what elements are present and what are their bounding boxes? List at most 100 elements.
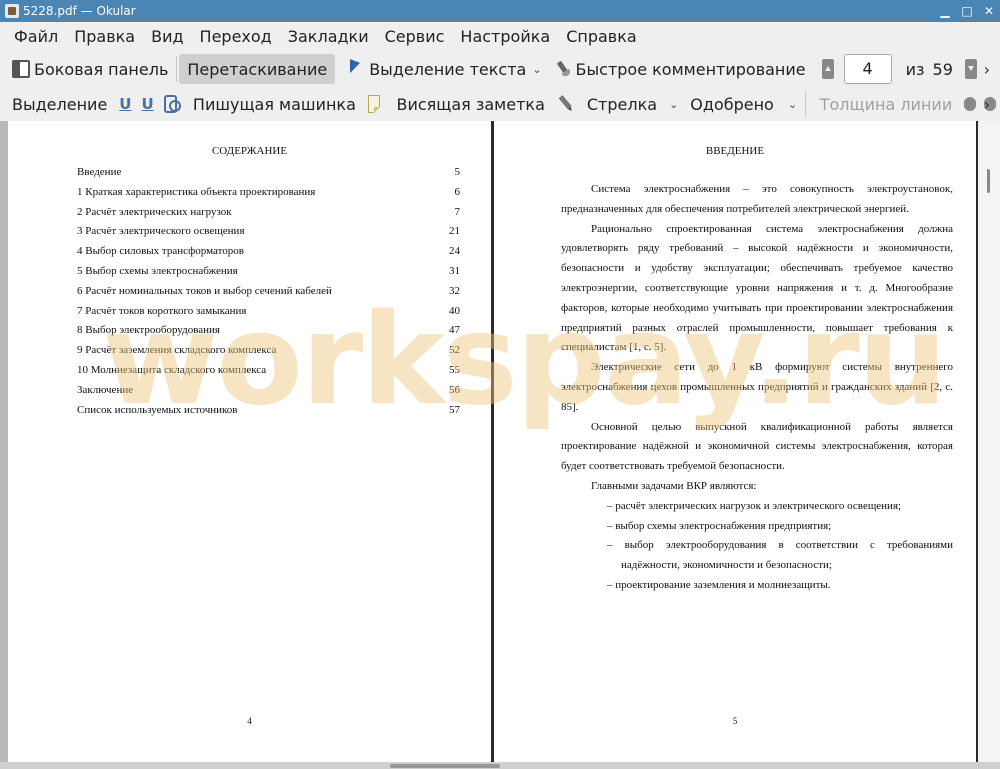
toc-entry[interactable]: 3 Расчёт электрического освещения 21 <box>77 222 460 242</box>
toolbar-separator <box>176 56 178 82</box>
close-button[interactable]: ✕ <box>978 0 1000 22</box>
toc-entry[interactable]: 10 Молниезащита складского комплекса 55 <box>77 361 460 381</box>
sidebar-toggle-button[interactable]: Боковая панель <box>6 54 174 84</box>
toc-entry-page: 32 <box>449 284 460 297</box>
toc-entry-label: 5 Выбор схемы электроснабжения <box>77 264 238 277</box>
squiggle-icon[interactable]: U <box>141 95 153 113</box>
stamp-icon[interactable] <box>163 95 181 113</box>
brush-icon <box>550 56 575 81</box>
scrollbar-thumb[interactable] <box>987 169 990 193</box>
highlight-tool-label: Выделение <box>12 94 108 114</box>
typewriter-tool-button[interactable]: Пишущая машинка <box>187 89 362 119</box>
toc-entry[interactable]: 7 Расчёт токов короткого замыкания 40 <box>77 302 460 322</box>
toolbar-overflow-icon[interactable]: › <box>984 60 990 79</box>
line-width-control[interactable]: Толщина линии <box>814 89 959 119</box>
maximize-button[interactable]: □ <box>956 0 978 22</box>
text-select-tool-button[interactable]: Выделение текста ⌄ <box>341 54 547 84</box>
minimize-button[interactable]: ▁ <box>934 0 956 22</box>
intro-paragraph: Система электроснабжения – это совокупно… <box>561 183 953 215</box>
page-number-input[interactable]: 4 <box>843 54 892 84</box>
menu-help[interactable]: Справка <box>558 27 645 46</box>
toc-entry-label: 6 Расчёт номинальных токов и выбор сечен… <box>77 284 332 297</box>
window-title: 5228.pdf — Okular <box>23 4 136 18</box>
main-toolbar: Боковая панель Перетаскивание Выделение … <box>0 51 1000 87</box>
okular-app-icon <box>5 4 19 18</box>
quick-annotate-button[interactable]: Быстрое комментирование <box>548 54 812 84</box>
toc-entry-label: 3 Расчёт электрического освещения <box>77 225 245 238</box>
intro-paragraph: Главными задачами ВКР являются: <box>591 479 757 492</box>
browse-tool-label: Перетаскивание <box>187 59 328 79</box>
toc-entry[interactable]: 6 Расчёт номинальных токов и выбор сечен… <box>77 282 460 302</box>
popup-note-tool-label: Висящая заметка <box>396 94 545 114</box>
menu-edit[interactable]: Правка <box>66 27 143 46</box>
intro-paragraph: Электрические сети до 1 кВ формируют сис… <box>561 361 953 413</box>
toc-entry-page: 52 <box>449 344 460 357</box>
page-of-label: из <box>905 59 925 79</box>
toc-entry-label: 9 Расчёт заземления складского комплекса <box>77 344 277 357</box>
toc-entry-page: 21 <box>449 225 460 238</box>
page-total-label: 59 <box>932 59 953 79</box>
next-page-button[interactable] <box>964 59 977 79</box>
window-titlebar: 5228.pdf — Okular ▁ □ ✕ <box>0 0 1000 22</box>
toc-entry[interactable]: Введение 5 <box>77 163 460 183</box>
toolbar-overflow-icon[interactable]: › <box>984 95 990 114</box>
line-width-label: Толщина линии <box>819 94 953 114</box>
pen-icon <box>553 91 578 116</box>
toc-entry[interactable]: 5 Выбор схемы электроснабжения 31 <box>77 262 460 282</box>
toc-entry[interactable]: 2 Расчёт электрических нагрузок 7 <box>77 203 460 223</box>
popup-note-tool-button[interactable]: Висящая заметка <box>390 89 550 119</box>
menu-view[interactable]: Вид <box>143 27 191 46</box>
toc-list: Введение 5 1 Краткая характеристика объек… <box>77 163 460 420</box>
menu-bookmarks[interactable]: Закладки <box>280 27 377 46</box>
color-icon[interactable] <box>964 97 977 111</box>
stamp-tool-button[interactable]: Одобрено ⌄ <box>684 89 803 119</box>
toc-entry-page: 55 <box>449 363 460 376</box>
browse-tool-button[interactable]: Перетаскивание <box>179 54 336 84</box>
task-item: расчёт электрических нагрузок и электрич… <box>561 497 953 517</box>
toolbar-separator <box>805 91 806 117</box>
tasks-list: расчёт электрических нагрузок и электрич… <box>561 497 953 596</box>
typewriter-tool-label: Пишущая машинка <box>192 94 356 114</box>
previous-page-button[interactable] <box>821 59 834 79</box>
note-icon[interactable] <box>367 95 381 113</box>
toc-entry-label: Список используемых источников <box>77 403 238 416</box>
underline-icon[interactable]: U <box>119 95 131 113</box>
toc-entry[interactable]: 4 Выбор силовых трансформаторов 24 <box>77 242 460 262</box>
task-item: проектирование заземления и молниезащиты… <box>561 576 953 596</box>
toc-entry[interactable]: Заключение 56 <box>77 381 460 401</box>
task-item: выбор схемы электроснабжения предприятия… <box>561 517 953 537</box>
quick-annotate-label: Быстрое комментирование <box>575 59 806 79</box>
menu-settings[interactable]: Настройка <box>452 27 558 46</box>
toc-entry-label: 7 Расчёт токов короткого замыкания <box>77 304 247 317</box>
toc-entry-page: 40 <box>449 304 460 317</box>
toc-entry[interactable]: 1 Краткая характеристика объекта проекти… <box>77 183 460 203</box>
annotation-toolbar: Выделение U U Пишущая машинка Висящая за… <box>0 87 1000 121</box>
document-page-right: ВВЕДЕНИЕ Система электроснабжения – это … <box>494 121 976 762</box>
document-page-left: СОДЕРЖАНИЕ Введение 5 1 Краткая характери… <box>8 121 491 762</box>
chevron-down-icon: ⌄ <box>532 62 542 76</box>
sidebar-toggle-label: Боковая панель <box>34 59 169 79</box>
menu-file[interactable]: Файл <box>6 27 66 46</box>
menu-go[interactable]: Переход <box>192 27 280 46</box>
toc-entry[interactable]: 9 Расчёт заземления складского комплекса… <box>77 341 460 361</box>
horizontal-scrollbar[interactable] <box>0 762 1000 769</box>
page-number-footer: 5 <box>732 716 738 726</box>
menu-tools[interactable]: Сервис <box>377 27 453 46</box>
text-select-tool-label: Выделение текста <box>369 59 527 79</box>
intro-title: ВВЕДЕНИЕ <box>705 145 765 157</box>
intro-paragraph: Рационально спроектированная система эле… <box>561 222 953 354</box>
highlight-tool-button[interactable]: Выделение <box>6 89 113 119</box>
horizontal-scrollbar-thumb[interactable] <box>390 764 500 768</box>
document-viewport[interactable]: СОДЕРЖАНИЕ Введение 5 1 Краткая характери… <box>0 121 1000 762</box>
toc-entry[interactable]: Список используемых источников 57 <box>77 401 460 421</box>
arrow-tool-button[interactable]: Стрелка ⌄ <box>551 89 684 119</box>
toc-entry-page: 24 <box>449 245 460 258</box>
stamp-tool-label: Одобрено <box>690 94 774 114</box>
toc-entry-label: Введение <box>77 166 122 178</box>
cursor-icon <box>347 60 365 78</box>
toc-entry-label: 10 Молниезащита складского комплекса <box>77 363 267 376</box>
intro-body: Система электроснабжения – это совокупно… <box>561 180 953 596</box>
vertical-scrollbar[interactable] <box>978 121 1000 762</box>
toc-entry-page: 47 <box>449 324 460 337</box>
toc-entry[interactable]: 8 Выбор электрооборудования 47 <box>77 321 460 341</box>
